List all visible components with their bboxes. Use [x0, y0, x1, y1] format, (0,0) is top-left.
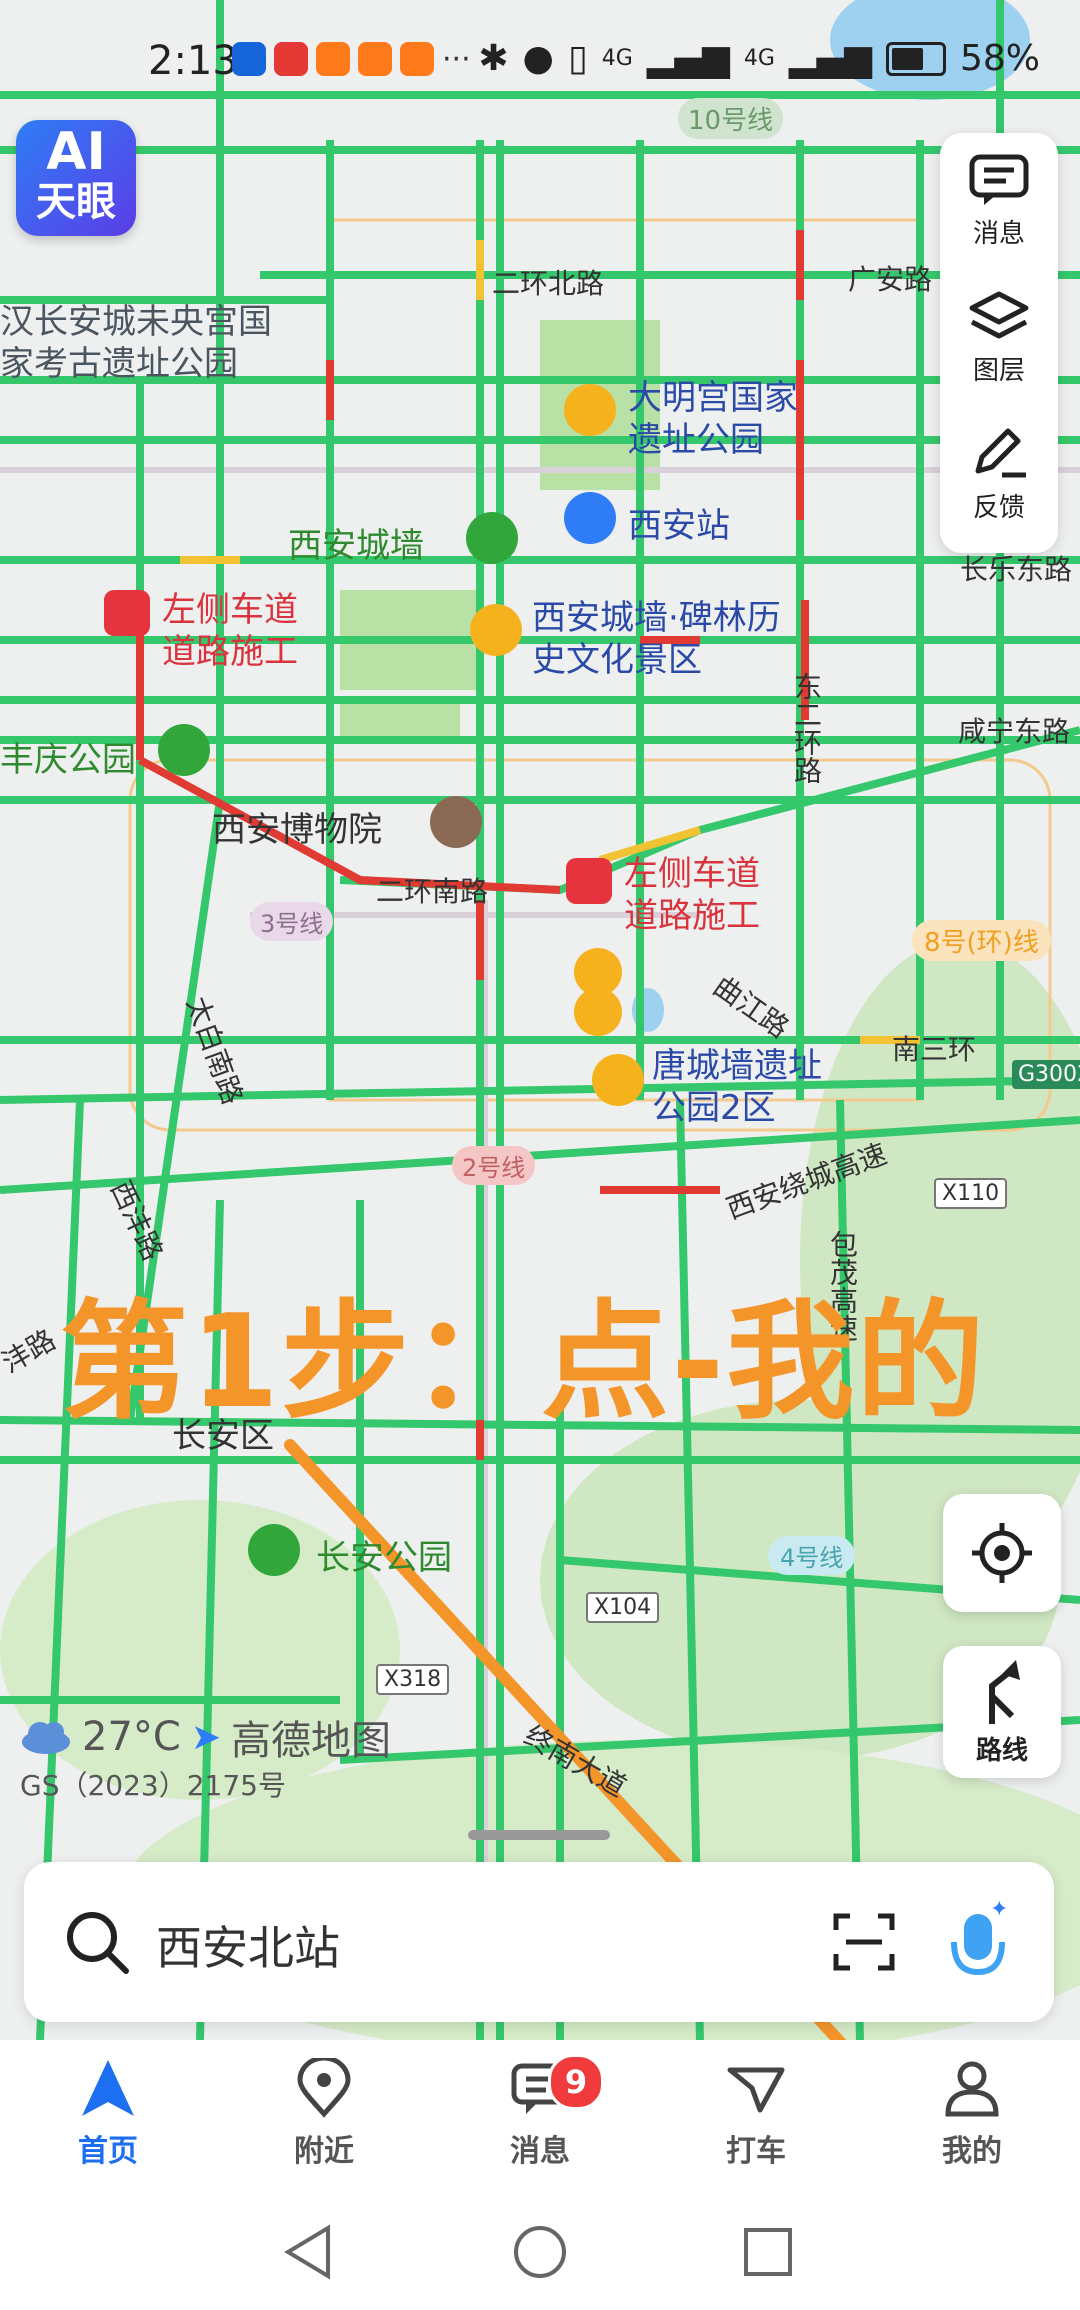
weather-temp: 27°C [82, 1714, 181, 1760]
bluetooth-icon: ✱ [478, 38, 509, 79]
cloud-icon [22, 1722, 70, 1754]
search-input[interactable]: 西安北站 [156, 1912, 340, 1978]
poi-label[interactable]: 公园2区 [652, 1080, 776, 1129]
poi-label[interactable]: 史文化景区 [532, 632, 702, 681]
metro-line-label: 8号(环)线 [912, 920, 1051, 961]
road-shield: X318 [376, 1664, 450, 1695]
vibrate-icon: ▯ [567, 38, 588, 79]
tab-taxi[interactable]: 打车 [686, 2058, 826, 2170]
road-label: 二环北路 [492, 267, 605, 300]
scan-icon[interactable] [832, 1912, 896, 1972]
system-nav-bar [0, 2200, 1080, 2310]
tab-label: 我的 [942, 2134, 1002, 2169]
status-right: ✱ ● ▯ 4G ▂▄▆ 4G ▂▄▆ 58% [478, 38, 1040, 79]
poi-label: 家考古遗址公园 [0, 344, 238, 384]
tool-label: 消息 [972, 219, 1025, 249]
poi-label[interactable]: 长安公园 [316, 1530, 452, 1579]
route-button[interactable]: 路线 [943, 1646, 1061, 1778]
svg-text:✦: ✦ [990, 1897, 1008, 1922]
map-tools-panel: 消息 图层 反馈 [940, 133, 1058, 553]
poi-label[interactable]: 西安博物院 [212, 802, 382, 851]
status-time: 2:13 [148, 38, 238, 84]
road-shield: X110 [934, 1178, 1008, 1209]
highway-shield: G3002 [1012, 1060, 1080, 1089]
tab-nearby[interactable]: 附近 [254, 2055, 394, 2170]
ai-badge-line1: AI [46, 122, 106, 182]
message-icon [940, 153, 1058, 211]
app-notification-icon [232, 42, 266, 76]
app-notification-icon [400, 42, 434, 76]
tab-label: 附近 [294, 2134, 354, 2169]
voice-assistant-icon[interactable]: ✦ [944, 1896, 1014, 1986]
road-label: 南三环 [892, 1033, 977, 1066]
tutorial-annotation: 第1步：点-我的 [60, 1288, 987, 1437]
tool-label: 图层 [972, 356, 1025, 386]
metro-line-label: 4号线 [768, 1536, 856, 1575]
back-icon[interactable] [278, 2222, 338, 2282]
sheet-drag-handle[interactable] [468, 1830, 610, 1840]
app-notification-icon [274, 42, 308, 76]
battery-percent: 58% [959, 38, 1040, 79]
road-label: 二环南路 [376, 875, 489, 908]
tab-messages[interactable]: 9 消息 [470, 2054, 610, 2170]
map-license: GS（2023）2175号 [20, 1769, 286, 1802]
metro-line-label: 2号线 [452, 1146, 536, 1185]
road-shield: X104 [586, 1592, 660, 1623]
feedback-icon [940, 427, 1058, 485]
tab-label: 首页 [78, 2134, 138, 2169]
signal-icon: ▂▄▆ [788, 38, 872, 79]
bottom-tab-bar: 首页 附近 9 消息 打车 我的 [0, 2040, 1080, 2200]
app-notification-icon [316, 42, 350, 76]
ai-badge-line2: 天眼 [36, 179, 116, 225]
poi-label[interactable]: 丰庆公园 [0, 732, 136, 781]
recents-icon[interactable] [738, 2222, 798, 2282]
app-notification-icon [358, 42, 392, 76]
road-label: 东二环路 [790, 672, 823, 784]
messages-tool-button[interactable]: 消息 [940, 133, 1058, 263]
road-label: 长乐东路 [960, 553, 1073, 586]
search-icon [67, 1912, 129, 1974]
feedback-tool-button[interactable]: 反馈 [940, 407, 1058, 537]
tab-label: 打车 [726, 2134, 786, 2169]
road-label: 咸宁东路 [958, 715, 1071, 748]
roadwork-label[interactable]: 道路施工 [162, 624, 298, 673]
location-pin-icon [297, 2055, 351, 2118]
layers-icon [940, 290, 1058, 348]
taxi-icon [727, 2067, 785, 2113]
navigation-arrow-icon [82, 2060, 134, 2116]
home-icon[interactable] [510, 2222, 570, 2282]
road-label: 广安路 [848, 263, 933, 296]
poi-label[interactable]: 西安城墙 [288, 518, 424, 567]
poi-label[interactable]: 西安站 [628, 498, 730, 547]
location-icon: ● [522, 38, 554, 79]
tab-profile[interactable]: 我的 [902, 2058, 1042, 2170]
route-label: 路线 [975, 1736, 1028, 1766]
profile-icon [945, 2061, 999, 2117]
more-notifications-icon: ··· [442, 42, 471, 77]
signal-icon: ▂▄▆ [646, 38, 730, 79]
amap-logo-icon: ➤ [190, 1716, 221, 1758]
locate-me-button[interactable] [943, 1494, 1061, 1612]
layers-tool-button[interactable]: 图层 [940, 270, 1058, 400]
route-arrow-icon [989, 1660, 1020, 1724]
brand-name: 高德地图 [231, 1718, 391, 1764]
tab-label: 消息 [510, 2134, 570, 2169]
crosshair-icon [972, 1523, 1032, 1583]
ai-tianyan-button[interactable]: AI 天眼 [16, 120, 136, 236]
network-label: 4G [601, 46, 633, 71]
tab-home[interactable]: 首页 [38, 2058, 178, 2170]
poi-label[interactable]: 遗址公园 [628, 412, 764, 461]
roadwork-label[interactable]: 道路施工 [624, 888, 760, 937]
status-bar: 2:13 ··· ✱ ● ▯ 4G ▂▄▆ 4G ▂▄▆ 58% [0, 0, 1080, 120]
tool-label: 反馈 [972, 493, 1025, 523]
unread-badge: 9 [548, 2054, 604, 2110]
notification-icons: ··· [232, 42, 471, 77]
search-bar[interactable]: 西安北站 ✦ [24, 1862, 1054, 2022]
network-label: 4G [743, 46, 775, 71]
battery-icon [885, 41, 946, 76]
metro-line-label: 3号线 [250, 902, 334, 941]
weather-widget[interactable]: 27°C ➤ 高德地图 [20, 1708, 391, 1766]
